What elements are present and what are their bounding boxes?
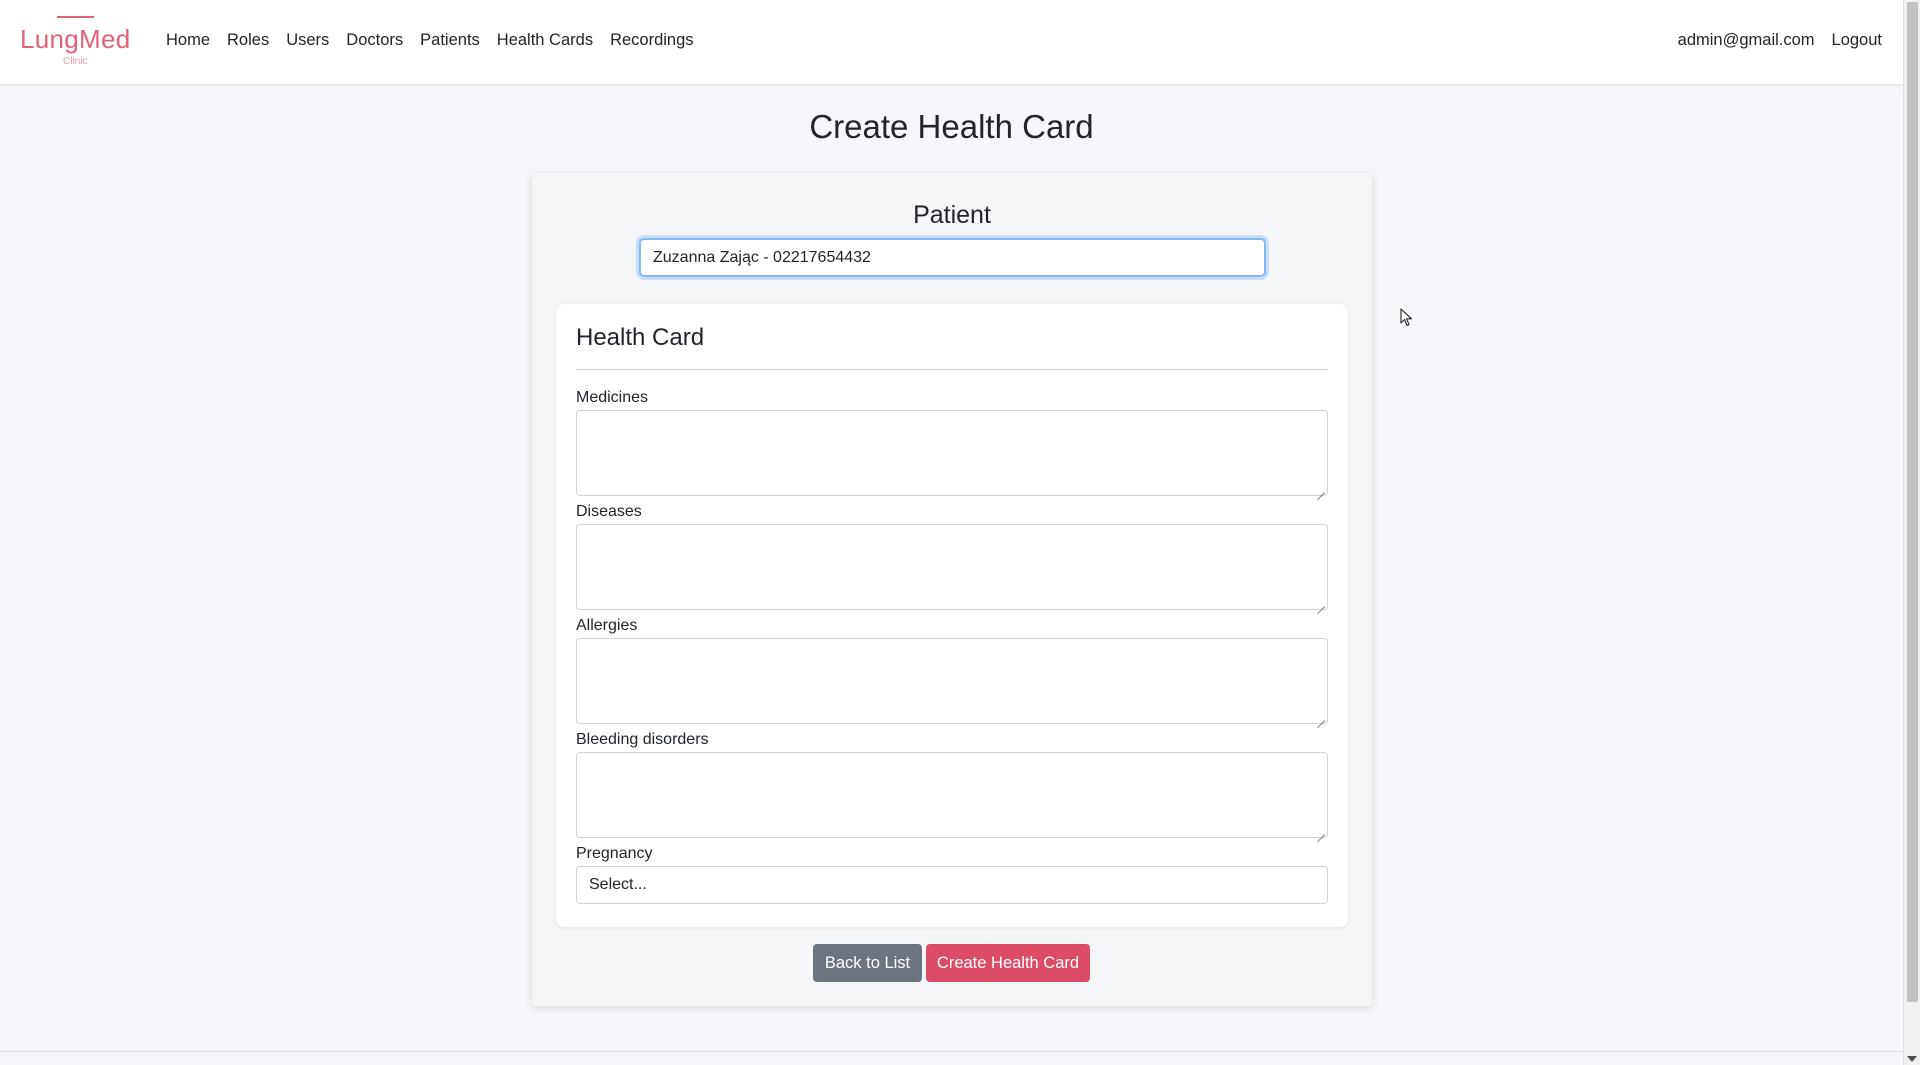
create-health-card-button[interactable]: Create Health Card (926, 944, 1090, 982)
page-title: Create Health Card (809, 108, 1094, 145)
health-card-section: Health Card Medicines Diseases Allergies… (556, 304, 1348, 927)
user-email-link[interactable]: admin@gmail.com (1678, 31, 1815, 50)
section-divider (576, 369, 1328, 370)
back-to-list-button[interactable]: Back to List (813, 944, 922, 982)
resize-grip-icon[interactable] (1317, 827, 1325, 835)
nav-link-patients[interactable]: Patients (420, 31, 480, 50)
nav-link-home[interactable]: Home (166, 31, 210, 50)
resize-grip-icon[interactable] (1317, 713, 1325, 721)
logout-link[interactable]: Logout (1832, 31, 1882, 50)
health-card-title: Health Card (576, 324, 705, 351)
nav-link-doctors[interactable]: Doctors (346, 31, 403, 50)
nav-link-health-cards[interactable]: Health Cards (497, 31, 593, 50)
medicines-label: Medicines (576, 389, 649, 406)
patient-select-input[interactable]: Zuzanna Zając - 02217654432 (639, 238, 1266, 277)
nav-link-recordings[interactable]: Recordings (610, 31, 693, 50)
medicines-textarea[interactable] (576, 410, 1328, 496)
user-nav: admin@gmail.com Logout (1678, 31, 1882, 50)
diseases-textarea[interactable] (576, 524, 1328, 610)
brand-subtitle: Clinic (63, 56, 88, 67)
bleeding-disorders-label: Bleeding disorders (576, 731, 709, 748)
bleeding-disorders-textarea[interactable] (576, 752, 1328, 838)
mouse-cursor-icon (1400, 308, 1413, 327)
pregnancy-select[interactable]: Select... (576, 866, 1328, 904)
brand-name: LungMed (20, 24, 131, 54)
vertical-scrollbar[interactable] (1903, 0, 1920, 1065)
nav-link-users[interactable]: Users (286, 31, 329, 50)
patient-label: Patient (913, 201, 991, 229)
main-nav: Home Roles Users Doctors Patients Health… (166, 31, 711, 50)
create-form-card: Patient Zuzanna Zając - 02217654432 Heal… (532, 173, 1372, 1006)
resize-grip-icon[interactable] (1317, 485, 1325, 493)
pregnancy-label: Pregnancy (576, 845, 653, 862)
logo-accent-bar (57, 16, 94, 18)
allergies-label: Allergies (576, 617, 638, 634)
resize-grip-icon[interactable] (1317, 599, 1325, 607)
nav-link-roles[interactable]: Roles (227, 31, 269, 50)
footer-divider (0, 1051, 1903, 1052)
scroll-down-arrow-icon[interactable] (1907, 1056, 1917, 1062)
top-navbar: LungMed Clinic Home Roles Users Doctors … (0, 0, 1903, 85)
diseases-label: Diseases (576, 503, 642, 520)
scrollbar-thumb[interactable] (1907, 2, 1918, 1002)
allergies-textarea[interactable] (576, 638, 1328, 724)
brand-logo[interactable]: LungMed Clinic (18, 16, 134, 70)
